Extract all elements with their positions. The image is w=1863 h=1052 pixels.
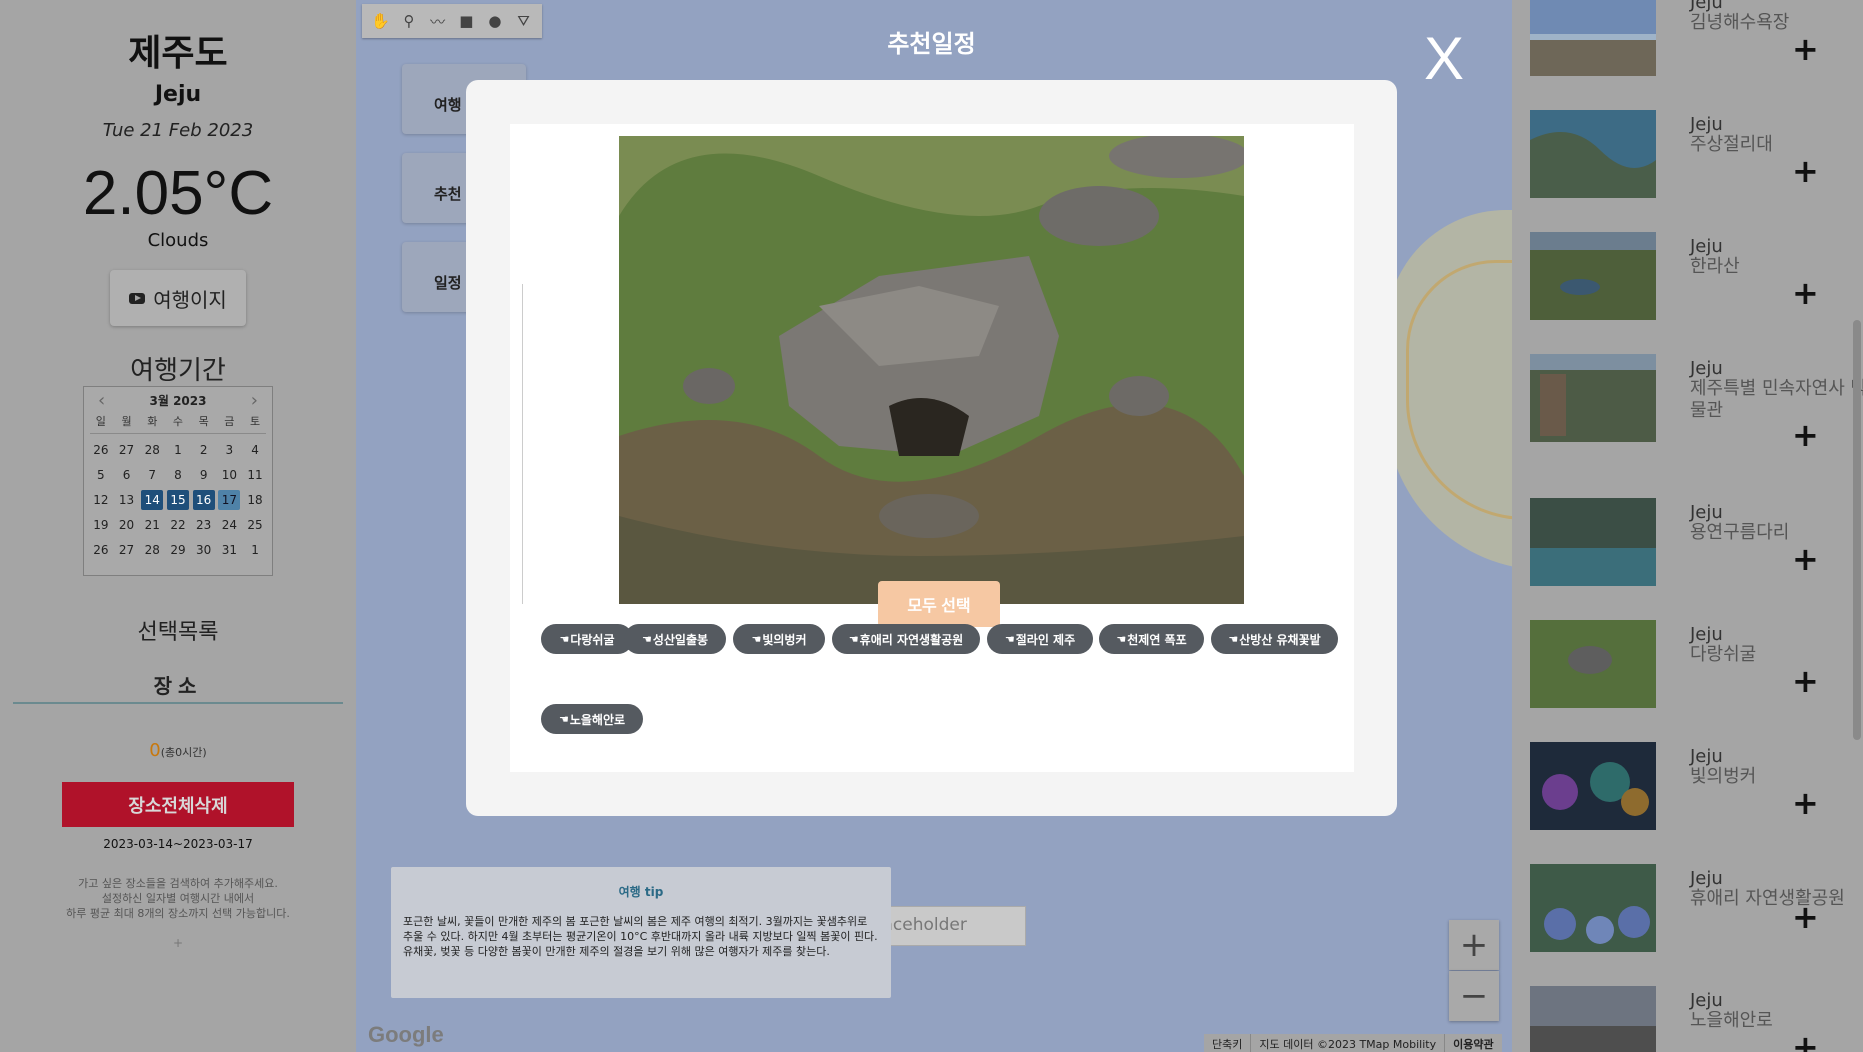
pointer-hand-icon: ☚ bbox=[1004, 632, 1015, 646]
recommendation-modal: 모두 선택 ☚ 다랑쉬굴 ☚ 성산일출봉 ☚ 빛의벙커 ☚ 휴애리 자연생활공원 ☚ 절라… bbox=[466, 80, 1397, 816]
pointer-hand-icon: ☚ bbox=[1116, 632, 1127, 646]
recommendation-chip[interactable]: ☚ 빛의벙커 bbox=[733, 624, 825, 654]
slider-edge bbox=[522, 284, 523, 604]
recommendation-chip[interactable]: ☚ 휴애리 자연생활공원 bbox=[832, 624, 980, 654]
chip-label: 절라인 제주 bbox=[1015, 632, 1076, 647]
recommendation-chip[interactable]: ☚ 성산일출봉 bbox=[624, 624, 726, 654]
pointer-hand-icon: ☚ bbox=[641, 632, 652, 646]
modal-overlay: 추천일정 X 모두 선택 ☚ 다랑쉬굴 ☚ 성산일출봉 ☚ 빛의벙커 ☚ 휴애리… bbox=[0, 0, 1863, 1052]
pointer-hand-icon: ☚ bbox=[559, 632, 570, 646]
chip-label: 성산일출봉 bbox=[652, 632, 709, 647]
pointer-hand-icon: ☚ bbox=[751, 632, 762, 646]
place-photo[interactable] bbox=[619, 136, 1244, 604]
select-all-button[interactable]: 모두 선택 bbox=[878, 581, 1000, 627]
chip-label: 휴애리 자연생활공원 bbox=[859, 632, 964, 647]
chip-label: 산방산 유채꽃밭 bbox=[1239, 632, 1321, 647]
modal-content: 모두 선택 ☚ 다랑쉬굴 ☚ 성산일출봉 ☚ 빛의벙커 ☚ 휴애리 자연생활공원 ☚ 절라… bbox=[510, 124, 1354, 772]
recommendation-chip[interactable]: ☚ 다랑쉬굴 bbox=[541, 624, 633, 654]
pointer-hand-icon: ☚ bbox=[558, 712, 569, 726]
chip-label: 천제연 폭포 bbox=[1127, 632, 1187, 647]
pointer-hand-icon: ☚ bbox=[848, 632, 859, 646]
pointer-hand-icon: ☚ bbox=[1228, 632, 1239, 646]
modal-title: 추천일정 bbox=[887, 30, 976, 58]
close-icon[interactable]: X bbox=[1424, 24, 1464, 93]
chip-label: 다랑쉬굴 bbox=[570, 632, 615, 647]
chip-label: 노을해안로 bbox=[569, 712, 626, 727]
recommendation-chip[interactable]: ☚ 천제연 폭포 bbox=[1099, 624, 1204, 654]
recommendation-chip[interactable]: ☚ 절라인 제주 bbox=[987, 624, 1093, 654]
chip-label: 빛의벙커 bbox=[762, 632, 807, 647]
recommendation-chip[interactable]: ☚ 산방산 유채꽃밭 bbox=[1211, 624, 1338, 654]
recommendation-chip[interactable]: ☚ 노을해안로 bbox=[541, 704, 643, 734]
